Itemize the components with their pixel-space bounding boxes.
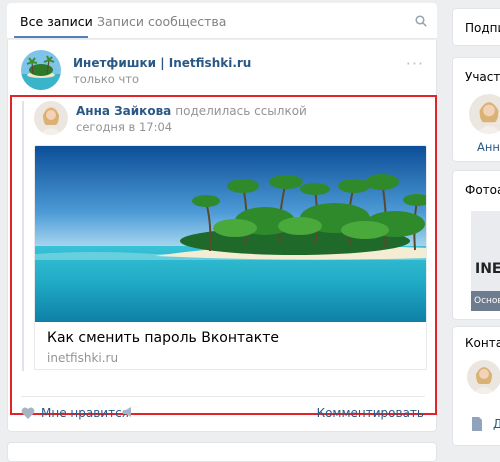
shared-link-highlight: Анна Зайкова поделилась ссылкой сегодня в…: [10, 95, 437, 415]
repost-time[interactable]: сегодня в 17:04: [76, 120, 172, 134]
document-icon: [472, 417, 482, 431]
tab-all-posts[interactable]: Все записи: [20, 14, 93, 29]
album-thumbnail[interactable]: INE Основ: [471, 211, 500, 311]
link-domain: inetfishki.ru: [47, 351, 119, 365]
like-label: Мне нравится: [41, 406, 129, 420]
user-avatar[interactable]: [34, 101, 68, 135]
document-link[interactable]: Д: [493, 417, 500, 431]
comment-button[interactable]: Комментировать: [317, 406, 424, 420]
contacts-block: Контак Д: [452, 326, 500, 446]
like-button[interactable]: Мне нравится: [21, 406, 129, 420]
members-title[interactable]: Участн: [465, 70, 500, 84]
search-icon[interactable]: [415, 15, 427, 27]
wall-post: Инетфишки | Inetfishki.ru только что ···…: [7, 40, 437, 432]
active-tab-indicator: [14, 36, 88, 38]
more-icon[interactable]: ···: [406, 54, 424, 73]
heart-icon: [21, 407, 35, 419]
photos-title[interactable]: Фотоал: [465, 183, 500, 197]
member-name[interactable]: Анна: [477, 140, 500, 154]
repost-author-name[interactable]: Анна Зайкова: [76, 104, 171, 118]
members-block: Участн Анна: [452, 57, 500, 162]
subscribe-block[interactable]: Подпис: [452, 8, 500, 46]
contact-avatar[interactable]: [467, 360, 500, 394]
repost-action: поделилась ссылкой: [175, 104, 307, 118]
member-avatar[interactable]: [469, 94, 500, 134]
photo-albums-block: Фотоал INE Основ: [452, 170, 500, 320]
post-author[interactable]: Инетфишки | Inetfishki.ru: [73, 56, 251, 70]
repost-divider: [22, 101, 24, 371]
wall-tabs: Все записи Записи сообщества: [7, 3, 437, 39]
actions-divider: [21, 396, 425, 397]
repost-author[interactable]: Анна Зайкова поделилась ссылкой: [76, 104, 307, 118]
next-post: [7, 442, 437, 462]
link-image[interactable]: [35, 146, 427, 322]
subscribe-button[interactable]: Подпис: [465, 21, 500, 35]
community-avatar[interactable]: [21, 50, 61, 90]
tab-community-posts[interactable]: Записи сообщества: [97, 14, 226, 29]
share-icon[interactable]: [122, 406, 136, 418]
album-caption: Основ: [471, 291, 500, 311]
post-time[interactable]: только что: [73, 72, 139, 86]
album-logo: INE: [475, 261, 500, 277]
link-title[interactable]: Как сменить пароль Вконтакте: [47, 330, 279, 346]
link-card[interactable]: Как сменить пароль Вконтакте inetfishki.…: [34, 145, 427, 370]
contacts-title[interactable]: Контак: [465, 336, 500, 350]
